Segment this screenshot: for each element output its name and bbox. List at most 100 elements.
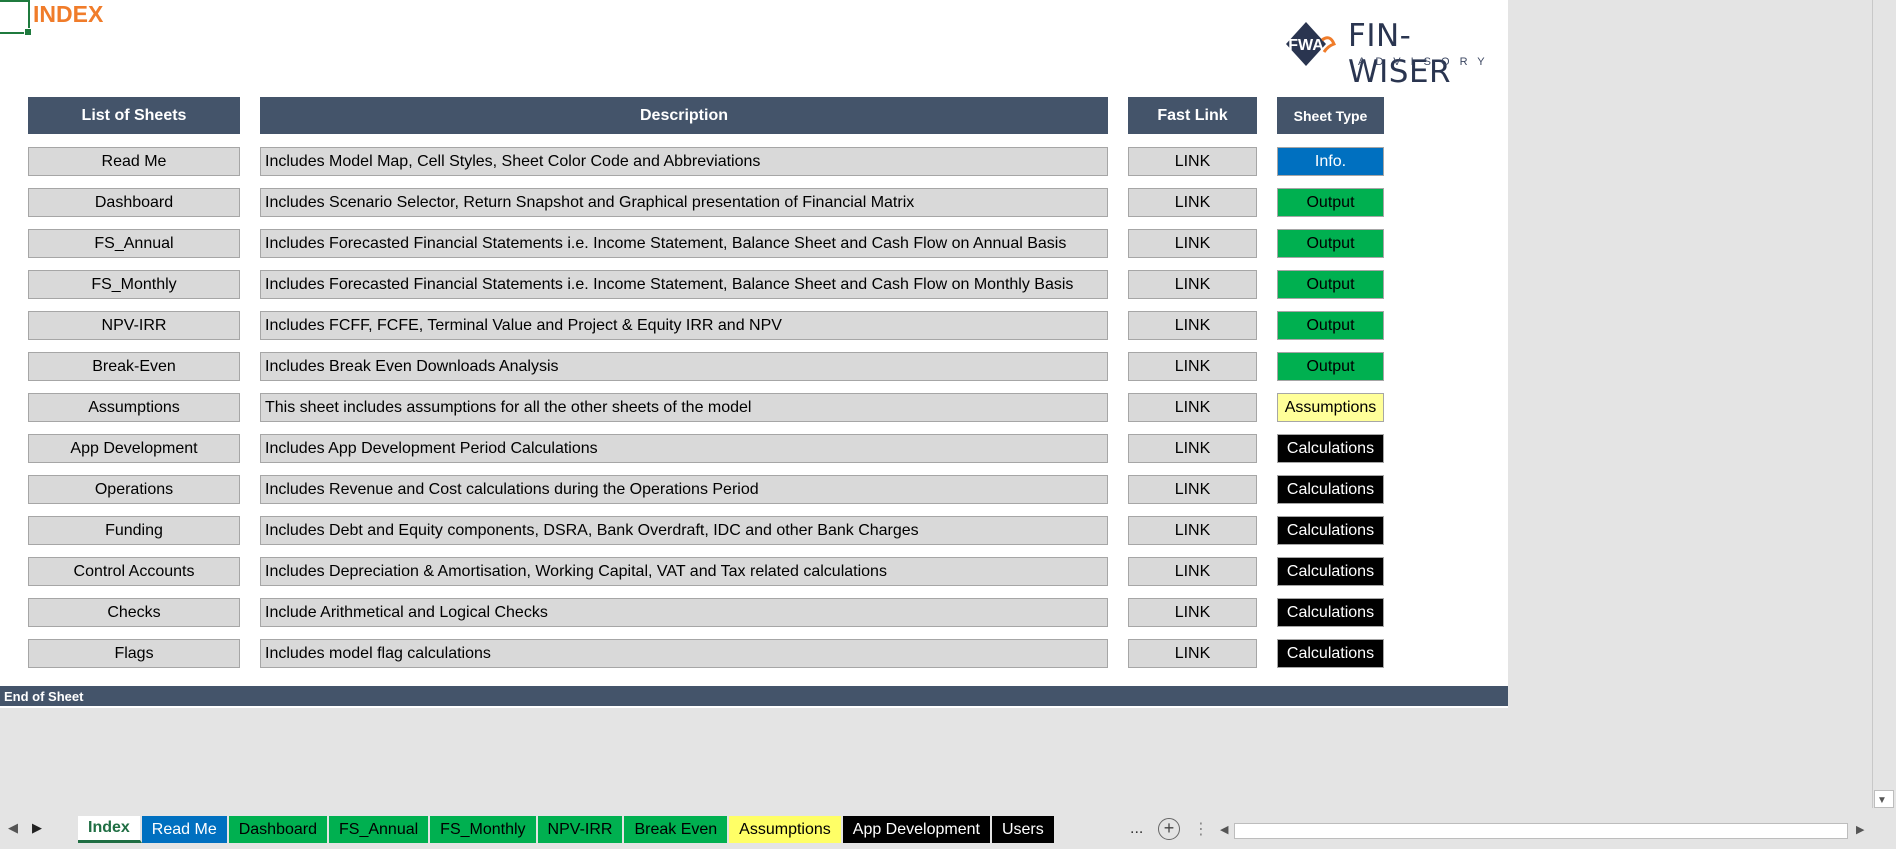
fast-link-cell[interactable]: LINK	[1128, 434, 1257, 463]
table-row: Read Me Includes Model Map, Cell Styles, …	[0, 147, 1508, 176]
header-sheet-type: Sheet Type	[1277, 97, 1384, 134]
sheet-type-badge[interactable]: Calculations	[1277, 434, 1384, 463]
sheet-tab-fs-monthly[interactable]: FS_Monthly	[430, 816, 538, 843]
sheet-name-cell[interactable]: Funding	[28, 516, 240, 545]
sheet-type-badge[interactable]: Output	[1277, 352, 1384, 381]
fast-link-cell[interactable]: LINK	[1128, 516, 1257, 545]
fast-link-cell[interactable]: LINK	[1128, 147, 1257, 176]
sheet-type-badge[interactable]: Calculations	[1277, 639, 1384, 668]
fast-link-cell[interactable]: LINK	[1128, 475, 1257, 504]
table-row: Assumptions This sheet includes assumptio…	[0, 393, 1508, 422]
table-row: Funding Includes Debt and Equity componen…	[0, 516, 1508, 545]
table-row: Dashboard Includes Scenario Selector, Ret…	[0, 188, 1508, 217]
sheet-name-cell[interactable]: App Development	[28, 434, 240, 463]
table-row: Flags Includes model flag calculations LIN…	[0, 639, 1508, 668]
add-sheet-icon[interactable]: +	[1158, 818, 1180, 840]
sheet-name-cell[interactable]: Control Accounts	[28, 557, 240, 586]
sheet-type-badge[interactable]: Output	[1277, 188, 1384, 217]
header-fast-link: Fast Link	[1128, 97, 1257, 134]
scroll-tabs-right-icon[interactable]: ▶	[32, 820, 42, 836]
fast-link-cell[interactable]: LINK	[1128, 393, 1257, 422]
header-description: Description	[260, 97, 1108, 134]
logo-name: FIN-WISER	[1348, 18, 1452, 90]
description-cell[interactable]: Includes FCFF, FCFE, Terminal Value and …	[260, 311, 1108, 340]
sheet-tab-break-even[interactable]: Break Even	[624, 816, 730, 843]
sheet-type-badge[interactable]: Calculations	[1277, 557, 1384, 586]
table-row: App Development Includes App Development …	[0, 434, 1508, 463]
end-of-sheet-bar: End of Sheet	[0, 686, 1508, 706]
scroll-down-icon[interactable]: ▼	[1877, 795, 1887, 806]
sheet-name-cell[interactable]: Operations	[28, 475, 240, 504]
company-logo: FWA FIN-WISER ADVISORY	[1278, 16, 1485, 90]
description-cell[interactable]: Includes Depreciation & Amortisation, Wo…	[260, 557, 1108, 586]
active-cell[interactable]	[0, 0, 32, 36]
sheet-name-cell[interactable]: Checks	[28, 598, 240, 627]
scroll-left-icon[interactable]: ◀	[1220, 823, 1228, 836]
fast-link-cell[interactable]: LINK	[1128, 557, 1257, 586]
sheet-type-badge[interactable]: Output	[1277, 270, 1384, 299]
sheet-name-cell[interactable]: FS_Monthly	[28, 270, 240, 299]
spreadsheet-window: INDEX FWA FIN-WISER ADVISORY List of She…	[0, 0, 1896, 849]
logo-subtitle: ADVISORY	[1358, 56, 1495, 68]
description-cell[interactable]: Includes Break Even Downloads Analysis	[260, 352, 1108, 381]
sheet-tab-app-development[interactable]: App Development	[842, 816, 992, 843]
sheet-name-cell[interactable]: Assumptions	[28, 393, 240, 422]
horizontal-scroll-thumb[interactable]	[1234, 823, 1848, 839]
scroll-tabs-left-icon[interactable]: ◀	[8, 820, 18, 836]
fast-link-cell[interactable]: LINK	[1128, 639, 1257, 668]
sheet-name-cell[interactable]: Break-Even	[28, 352, 240, 381]
sheet-tab-fs-annual[interactable]: FS_Annual	[329, 816, 431, 843]
table-row: FS_Annual Includes Forecasted Financial S…	[0, 229, 1508, 258]
fast-link-cell[interactable]: LINK	[1128, 598, 1257, 627]
sheet-name-cell[interactable]: FS_Annual	[28, 229, 240, 258]
more-tabs-icon[interactable]: ...	[1130, 820, 1143, 838]
description-cell[interactable]: Includes Forecasted Financial Statements…	[260, 229, 1108, 258]
sheet-tab-npv-irr[interactable]: NPV-IRR	[537, 816, 625, 843]
fast-link-cell[interactable]: LINK	[1128, 229, 1257, 258]
sheet-tab-bar: ◀ ▶ Index Read Me Dashboard FS_Annual FS_Mon…	[0, 808, 1896, 849]
scroll-right-icon[interactable]: ▶	[1856, 823, 1864, 836]
description-cell[interactable]: Includes Forecasted Financial Statements…	[260, 270, 1108, 299]
sheet-type-badge[interactable]: Calculations	[1277, 475, 1384, 504]
sheet-name-cell[interactable]: NPV-IRR	[28, 311, 240, 340]
empty-grid-right	[1508, 0, 1872, 808]
sheet-name-cell[interactable]: Flags	[28, 639, 240, 668]
horizontal-scrollbar[interactable]: ◀ ▶	[1216, 822, 1872, 840]
description-cell[interactable]: This sheet includes assumptions for all …	[260, 393, 1108, 422]
description-cell[interactable]: Includes model flag calculations	[260, 639, 1108, 668]
sheet-tab-users[interactable]: Users	[991, 816, 1056, 843]
description-cell[interactable]: Includes App Development Period Calculat…	[260, 434, 1108, 463]
sheet-type-badge[interactable]: Assumptions	[1277, 393, 1384, 422]
fast-link-cell[interactable]: LINK	[1128, 270, 1257, 299]
tab-split-handle-icon[interactable]: ⋮	[1193, 819, 1209, 839]
sheet-tab-dashboard[interactable]: Dashboard	[228, 816, 329, 843]
description-cell[interactable]: Includes Scenario Selector, Return Snaps…	[260, 188, 1108, 217]
sheet-tab-read-me[interactable]: Read Me	[141, 816, 229, 843]
sheet-name-cell[interactable]: Dashboard	[28, 188, 240, 217]
table-row: Checks Include Arithmetical and Logical C…	[0, 598, 1508, 627]
sheet-type-badge[interactable]: Calculations	[1277, 516, 1384, 545]
header-list-of-sheets: List of Sheets	[28, 97, 240, 134]
svg-text:FWA: FWA	[1288, 37, 1324, 54]
sheet-type-badge[interactable]: Calculations	[1277, 598, 1384, 627]
sheet-type-badge[interactable]: Output	[1277, 311, 1384, 340]
fast-link-cell[interactable]: LINK	[1128, 188, 1257, 217]
logo-mark-icon: FWA	[1286, 22, 1336, 66]
description-cell[interactable]: Include Arithmetical and Logical Checks	[260, 598, 1108, 627]
sheet-tabs: Index Read Me Dashboard FS_Annual FS_Monthly…	[78, 816, 1056, 846]
table-row: NPV-IRR Includes FCFF, FCFE, Terminal Val…	[0, 311, 1508, 340]
fast-link-cell[interactable]: LINK	[1128, 352, 1257, 381]
sheet-tab-index[interactable]: Index	[78, 816, 142, 843]
sheet-canvas: INDEX FWA FIN-WISER ADVISORY List of She…	[0, 0, 1508, 708]
sheet-tab-assumptions[interactable]: Assumptions	[729, 816, 843, 843]
fast-link-cell[interactable]: LINK	[1128, 311, 1257, 340]
description-cell[interactable]: Includes Debt and Equity components, DSR…	[260, 516, 1108, 545]
vertical-scrollbar[interactable]: ▼	[1872, 0, 1896, 808]
description-cell[interactable]: Includes Revenue and Cost calculations d…	[260, 475, 1108, 504]
description-cell[interactable]: Includes Model Map, Cell Styles, Sheet C…	[260, 147, 1108, 176]
sheet-type-badge[interactable]: Output	[1277, 229, 1384, 258]
table-row: Control Accounts Includes Depreciation & …	[0, 557, 1508, 586]
table-row: Operations Includes Revenue and Cost calc…	[0, 475, 1508, 504]
sheet-name-cell[interactable]: Read Me	[28, 147, 240, 176]
sheet-type-badge[interactable]: Info.	[1277, 147, 1384, 176]
